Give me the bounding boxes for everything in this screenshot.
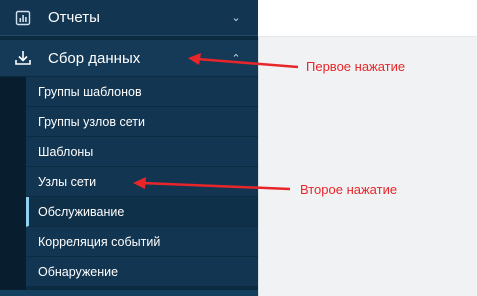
submenu: Группы шаблонов Группы узлов сети Шаблон… (0, 77, 258, 287)
menu-reports-label: Отчеты (48, 9, 100, 26)
submenu-item-label: Обнаружение (38, 264, 119, 279)
content-body (258, 37, 477, 296)
main-content (258, 0, 477, 296)
submenu-item-template-groups[interactable]: Группы шаблонов (26, 77, 258, 107)
submenu-item-host-groups[interactable]: Группы узлов сети (26, 107, 258, 137)
sidebar-bottom-strip (0, 290, 258, 296)
chevron-up-icon: ⌃ (231, 52, 241, 65)
submenu-item-maintenance[interactable]: Обслуживание (26, 197, 258, 227)
annotation-first-click: Первое нажатие (306, 59, 406, 74)
annotation-second-click: Второе нажатие (300, 182, 398, 197)
submenu-item-label: Узлы сети (38, 174, 97, 189)
menu-data-collection-label: Сбор данных (48, 49, 141, 67)
submenu-item-label: Корреляция событий (38, 234, 161, 249)
bar-chart-icon (14, 9, 32, 27)
submenu-item-templates[interactable]: Шаблоны (26, 137, 258, 167)
submenu-item-hosts[interactable]: Узлы сети (26, 167, 258, 197)
chevron-down-icon: ⌄ (231, 12, 241, 24)
sidebar: Отчеты ⌄ Сбор данных ⌃ Группы шаблонов Г… (0, 0, 258, 296)
download-icon (14, 49, 32, 67)
content-header (258, 0, 477, 37)
submenu-item-label: Обслуживание (38, 204, 125, 219)
submenu-item-event-correlation[interactable]: Корреляция событий (26, 227, 258, 257)
submenu-item-label: Шаблоны (38, 144, 94, 159)
menu-data-collection[interactable]: Сбор данных ⌃ (0, 40, 258, 76)
submenu-item-label: Группы узлов сети (38, 114, 145, 129)
submenu-item-label: Группы шаблонов (38, 84, 142, 99)
submenu-item-discovery[interactable]: Обнаружение (26, 257, 258, 287)
content-divider (258, 37, 259, 296)
menu-reports[interactable]: Отчеты ⌄ (0, 0, 258, 36)
